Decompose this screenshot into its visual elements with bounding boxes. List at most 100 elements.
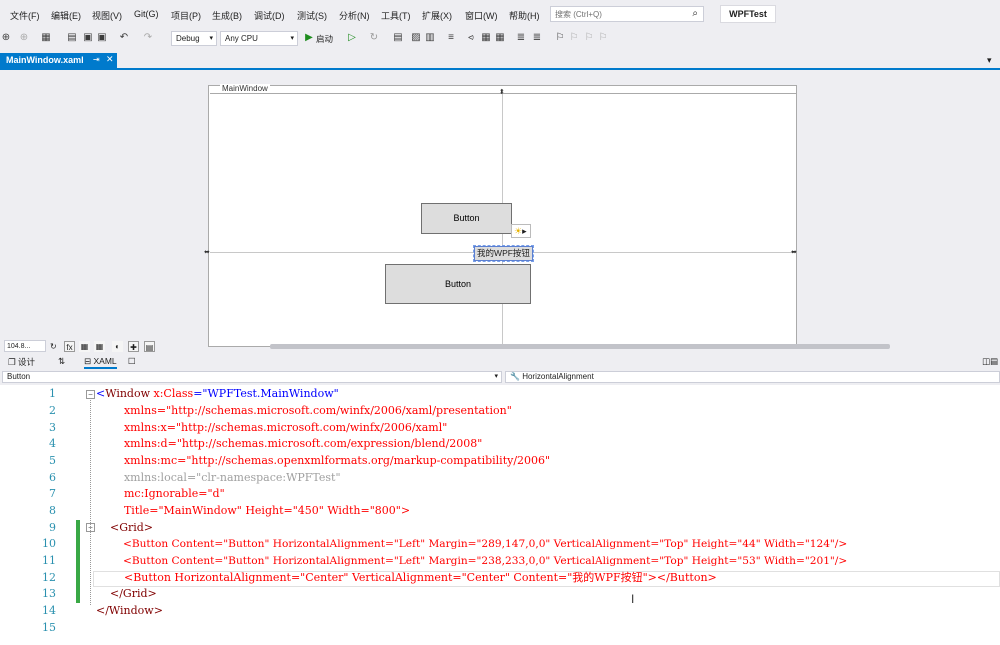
code-token: ="	[193, 387, 208, 400]
start-without-debug-icon[interactable]: ▷	[346, 32, 358, 44]
menu-extensions[interactable]: 扩展(X)	[422, 9, 452, 22]
code-line-13[interactable]: </Grid>	[96, 586, 157, 603]
code-line-9[interactable]: <Grid>	[96, 520, 153, 537]
uncomment-icon[interactable]: ≣	[531, 32, 543, 44]
contrast-icon[interactable]: ◐	[112, 341, 123, 352]
quick-actions-lightbulb-icon[interactable]: ☀▸	[511, 224, 531, 238]
code-line-12[interactable]: <Button HorizontalAlignment="Center" Ver…	[96, 570, 717, 587]
code-line-6[interactable]: xmlns:local="clr-namespace:WPFTest"	[96, 470, 341, 487]
undo-icon[interactable]: ↶	[118, 32, 130, 44]
tab-design-label: 设计	[17, 357, 35, 367]
split-view-icon[interactable]: ◫▤	[982, 356, 998, 367]
menu-file[interactable]: 文件(F)	[10, 9, 40, 22]
code-line-3[interactable]: xmlns:x="http://schemas.microsoft.com/wi…	[96, 420, 447, 437]
save-all-icon[interactable]: ▣	[96, 32, 108, 44]
code-line-4[interactable]: xmlns:d="http://schemas.microsoft.com/ex…	[96, 436, 482, 453]
effects-icon[interactable]: fx	[64, 341, 75, 352]
line-number: 9	[49, 521, 56, 534]
line-number: 1	[49, 387, 56, 400]
document-tabs: MainWindow.xaml ⇥ ✕	[0, 53, 1000, 69]
tool-icon[interactable]: ≡	[445, 32, 457, 44]
line-number: 12	[42, 571, 56, 584]
element-navigator[interactable]: Button ▾	[2, 371, 502, 383]
popout-icon[interactable]: ☐	[128, 356, 136, 367]
code-line-14[interactable]: </Window>	[96, 603, 163, 620]
start-icon[interactable]: ▶	[303, 32, 315, 44]
forward-icon[interactable]: ⊕	[18, 32, 30, 44]
code-line-1[interactable]: <Window x:Class="WPFTest.MainWindow"	[96, 386, 339, 403]
config-select[interactable]: Debug ▾	[171, 31, 217, 46]
preview-button-1[interactable]: Button	[421, 203, 512, 234]
menu-debug[interactable]: 调试(D)	[254, 9, 285, 22]
horizontal-scrollbar[interactable]	[270, 344, 890, 349]
tab-overflow-icon[interactable]: ▾	[987, 55, 992, 66]
tool-icon[interactable]: ▦	[494, 32, 506, 44]
code-line-8[interactable]: Title="MainWindow" Height="450" Width="8…	[96, 503, 410, 520]
code-line-11[interactable]: <Button Content="Button" HorizontalAlign…	[96, 553, 847, 570]
bookmark-next-icon[interactable]: ⚐	[583, 32, 595, 44]
tab-design[interactable]: ❐ 设计	[8, 356, 35, 368]
annotations-icon[interactable]: ▤	[144, 341, 155, 352]
code-line-10[interactable]: <Button Content="Button" HorizontalAlign…	[96, 536, 847, 553]
pin-icon[interactable]: ⇥	[93, 55, 100, 64]
window-title: MainWindow	[220, 84, 270, 93]
grid-icon[interactable]: ▦	[94, 341, 105, 352]
platform-select[interactable]: Any CPU ▾	[220, 31, 298, 46]
tool-icon[interactable]: ▥	[424, 32, 436, 44]
swap-panes-icon[interactable]: ⇅	[58, 356, 65, 367]
comment-icon[interactable]: ≣	[515, 32, 527, 44]
tool-icon[interactable]: ⪦	[465, 32, 477, 44]
menu-project[interactable]: 项目(P)	[171, 9, 201, 22]
resize-handle-icon[interactable]: ⬌	[204, 248, 210, 256]
zoom-value: 104.8...	[7, 343, 31, 350]
redo-icon[interactable]: ↷	[142, 32, 154, 44]
preview-button-2[interactable]: Button	[385, 264, 531, 304]
zoom-select[interactable]: 104.8...	[4, 340, 46, 352]
line-number: 15	[42, 621, 56, 634]
save-icon[interactable]: ▣	[82, 32, 94, 44]
code-line-2[interactable]: xmlns="http://schemas.microsoft.com/winf…	[96, 403, 512, 420]
resize-handle-icon[interactable]: ⬍	[499, 88, 505, 96]
code-token: WPFTest.MainWindow	[207, 387, 334, 400]
refresh-icon[interactable]: ↻	[50, 342, 57, 351]
menu-window[interactable]: 窗口(W)	[465, 9, 498, 22]
bookmark-clear-icon[interactable]: ⚐	[597, 32, 609, 44]
member-navigator[interactable]: 🔧 HorizontalAlignment	[505, 371, 1000, 383]
code-line-7[interactable]: mc:Ignorable="d"	[96, 486, 225, 503]
snap-lines-icon[interactable]: ✚	[128, 341, 139, 352]
tab-label: MainWindow.xaml	[6, 55, 84, 65]
collapse-icon[interactable]: −	[86, 390, 95, 399]
tool-icon[interactable]: ▨	[410, 32, 422, 44]
new-project-icon[interactable]: ▦	[40, 32, 52, 44]
line-number: 14	[42, 604, 56, 617]
menu-analyze[interactable]: 分析(N)	[339, 9, 370, 22]
code-token: "	[333, 387, 339, 400]
browse-icon[interactable]: ▤	[392, 32, 404, 44]
menu-test[interactable]: 测试(S)	[297, 9, 327, 22]
menu-view[interactable]: 视图(V)	[92, 9, 122, 22]
element-navigator-value: Button	[7, 372, 31, 381]
chevron-down-icon: ▾	[494, 373, 498, 380]
resize-handle-icon[interactable]: ⬌	[791, 248, 797, 256]
bookmark-icon[interactable]: ⚐	[554, 32, 566, 44]
line-number: 8	[49, 504, 56, 517]
bookmark-prev-icon[interactable]: ⚐	[568, 32, 580, 44]
back-icon[interactable]: ⊕	[0, 32, 12, 44]
tool-icon[interactable]: ▦	[480, 32, 492, 44]
code-line-5[interactable]: xmlns:mc="http://schemas.openxmlformats.…	[96, 453, 550, 470]
grid-icon[interactable]: ▦	[79, 341, 90, 352]
close-icon[interactable]: ✕	[106, 54, 114, 65]
menu-git[interactable]: Git(G)	[134, 9, 159, 19]
open-folder-icon[interactable]: ▤	[66, 32, 78, 44]
menu-tools[interactable]: 工具(T)	[381, 9, 411, 22]
start-label[interactable]: 启动	[316, 33, 333, 45]
hot-reload-icon[interactable]: ↻	[368, 32, 380, 44]
preview-button-selected[interactable]: 我的WPF按钮	[473, 245, 534, 262]
outline-line	[90, 400, 91, 605]
code-token: <	[96, 387, 106, 400]
menu-build[interactable]: 生成(B)	[212, 9, 242, 22]
menu-help[interactable]: 帮助(H)	[509, 9, 540, 22]
tab-xaml[interactable]: ⊟ XAML	[84, 356, 117, 369]
menu-edit[interactable]: 编辑(E)	[51, 9, 81, 22]
search-input[interactable]: 搜索 (Ctrl+Q) ⌕	[550, 6, 704, 22]
